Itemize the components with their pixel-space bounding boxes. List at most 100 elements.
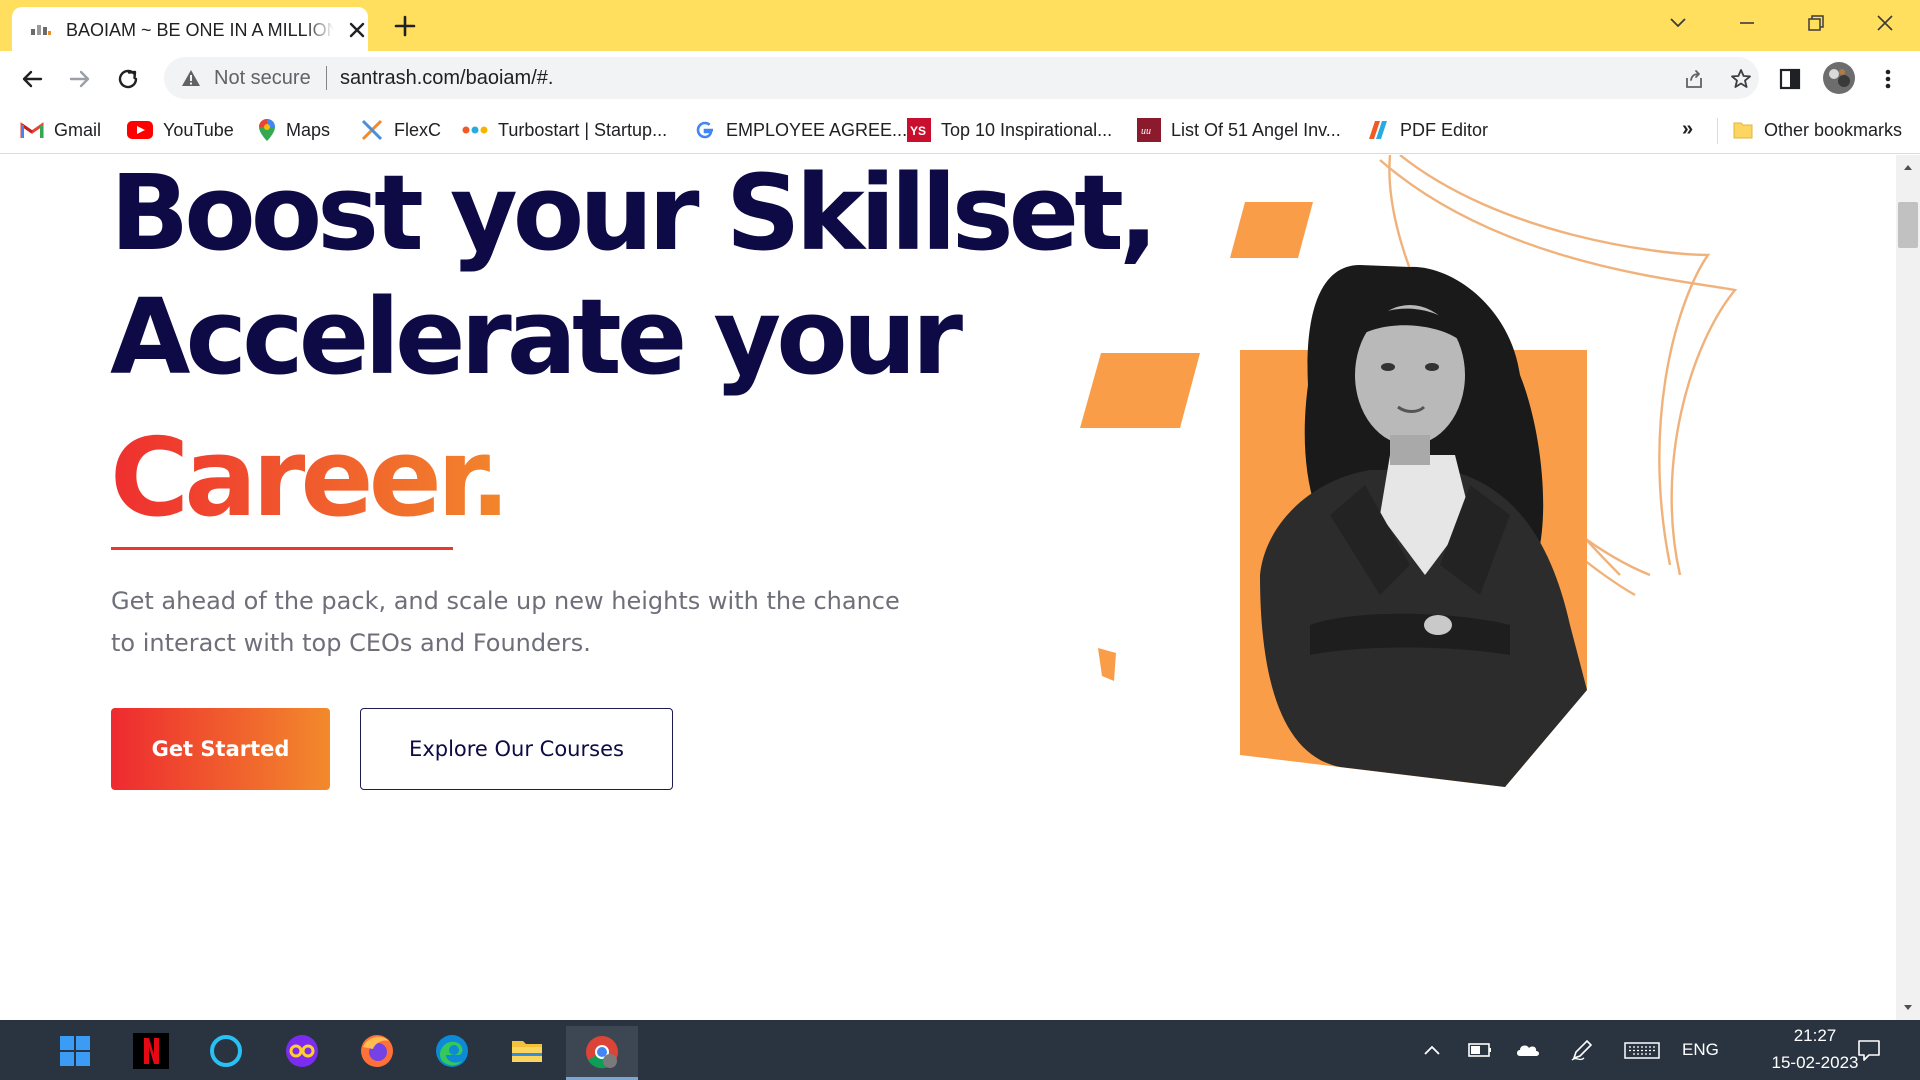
- purple-app-icon: [286, 1035, 318, 1067]
- get-started-button[interactable]: Get Started: [111, 708, 330, 790]
- close-window-icon[interactable]: [1867, 8, 1903, 38]
- bookmarks-bar: Gmail YouTube Maps FlexC Turbostart | St…: [0, 106, 1920, 154]
- security-status-label[interactable]: Not secure: [214, 67, 311, 90]
- windows-start-icon: [60, 1036, 90, 1066]
- bookmark-label: Turbostart | Startup...: [498, 119, 668, 140]
- taskbar-app-purple[interactable]: [275, 1028, 329, 1074]
- back-arrow-icon[interactable]: [16, 63, 48, 95]
- scrollbar-thumb[interactable]: [1898, 202, 1918, 248]
- start-button[interactable]: [48, 1028, 102, 1074]
- bookmark-label: List Of 51 Angel Inv...: [1171, 119, 1341, 140]
- taskbar-file-explorer[interactable]: [500, 1028, 554, 1074]
- hero-heading-line-1: Boost your Skillset,: [110, 155, 1158, 274]
- pdf-editor-icon: [1369, 121, 1387, 139]
- input-language[interactable]: ENG: [1682, 1040, 1719, 1060]
- flexc-icon: [361, 119, 383, 141]
- cortana-icon: [210, 1035, 242, 1067]
- profile-avatar[interactable]: [1822, 61, 1856, 95]
- more-bookmarks-chevron-icon[interactable]: »: [1682, 118, 1693, 141]
- hero-subtitle: Get ahead of the pack, and scale up new …: [111, 587, 900, 657]
- edge-icon: [436, 1035, 468, 1067]
- chrome-menu-icon[interactable]: [1874, 65, 1902, 93]
- onedrive-cloud-icon[interactable]: [1514, 1036, 1542, 1064]
- bookmarks-divider: [1717, 118, 1718, 144]
- bookmark-label: Maps: [286, 119, 331, 140]
- other-bookmarks[interactable]: Other bookmarks: [1732, 114, 1902, 146]
- person-photo: [1260, 265, 1587, 787]
- minimize-icon[interactable]: [1729, 8, 1765, 38]
- bookmark-top-10-inspirational[interactable]: YS Top 10 Inspirational...: [907, 114, 1112, 146]
- reload-icon[interactable]: [112, 63, 144, 95]
- bookmark-youtube[interactable]: YouTube: [127, 114, 234, 146]
- windows-taskbar: ENG 21:27 15-02-2023: [0, 1020, 1920, 1080]
- google-icon: [696, 121, 713, 139]
- bookmark-maps[interactable]: Maps: [258, 114, 330, 146]
- folder-icon: [1733, 122, 1753, 139]
- restore-icon[interactable]: [1798, 8, 1834, 38]
- battery-icon[interactable]: [1466, 1036, 1494, 1064]
- new-tab-plus-icon[interactable]: [390, 11, 420, 41]
- bookmark-label: Top 10 Inspirational...: [941, 119, 1113, 140]
- address-bar-divider: [326, 66, 327, 90]
- orange-shape-mid: [1080, 353, 1200, 428]
- tab-search-chevron-icon[interactable]: [1660, 8, 1696, 38]
- bookmark-turbostart[interactable]: Turbostart | Startup...: [462, 114, 667, 146]
- svg-text:YS: YS: [910, 124, 926, 138]
- bookmark-angel-investors[interactable]: uu List Of 51 Angel Inv...: [1137, 114, 1341, 146]
- share-icon[interactable]: [1682, 67, 1706, 91]
- orange-shape-small: [1098, 648, 1116, 681]
- firefox-icon: [361, 1035, 393, 1067]
- forward-arrow-icon[interactable]: [64, 63, 96, 95]
- web-page: Boost your Skillset, Accelerate your Car…: [0, 155, 1896, 1020]
- baoiam-favicon-icon: [31, 25, 51, 35]
- taskbar-cortana[interactable]: [199, 1028, 253, 1074]
- other-bookmarks-label: Other bookmarks: [1764, 119, 1903, 140]
- bookmark-employee-agreement[interactable]: EMPLOYEE AGREE...: [694, 114, 907, 146]
- taskbar-netflix[interactable]: [124, 1028, 178, 1074]
- tray-chevron-up-icon[interactable]: [1418, 1036, 1446, 1064]
- scroll-down-arrow-icon[interactable]: [1903, 1004, 1913, 1012]
- tab-close-icon[interactable]: [345, 18, 369, 42]
- side-panel-icon[interactable]: [1776, 65, 1804, 93]
- taskbar-firefox[interactable]: [350, 1028, 404, 1074]
- hero-heading-career: Career.: [110, 416, 511, 541]
- tab-title: BAOIAM ~ BE ONE IN A MILLION: [66, 20, 334, 41]
- bookmark-label: FlexC: [394, 119, 442, 140]
- browser-toolbar: Not secure santrash.com/baoiam/#.: [0, 51, 1920, 106]
- explore-courses-button[interactable]: Explore Our Courses: [360, 708, 673, 790]
- bookmark-flexc[interactable]: FlexC: [360, 114, 441, 146]
- notification-icon[interactable]: [1855, 1036, 1883, 1064]
- hero-illustration: [1080, 155, 1738, 787]
- browser-title-bar: BAOIAM ~ BE ONE IN A MILLION: [0, 0, 1920, 51]
- bookmark-label: YouTube: [163, 119, 234, 140]
- orange-shape-top: [1230, 202, 1313, 258]
- folder-icon: [512, 1041, 542, 1062]
- address-bar[interactable]: Not secure santrash.com/baoiam/#.: [164, 57, 1759, 99]
- angel-icon: uu: [1137, 118, 1161, 142]
- bookmark-label: Gmail: [54, 119, 102, 140]
- page-scrollbar[interactable]: [1896, 155, 1920, 1020]
- clock-time[interactable]: 21:27: [1760, 1026, 1870, 1046]
- gmail-icon: [20, 122, 44, 138]
- browser-tab[interactable]: BAOIAM ~ BE ONE IN A MILLION: [12, 7, 368, 51]
- youtube-icon: [127, 121, 153, 139]
- bookmark-label: PDF Editor: [1400, 119, 1489, 140]
- warning-triangle-icon[interactable]: [180, 67, 202, 89]
- scroll-up-arrow-icon[interactable]: [1903, 163, 1913, 171]
- bookmark-label: EMPLOYEE AGREE...: [726, 119, 908, 140]
- netflix-icon: [133, 1033, 169, 1069]
- bookmark-star-icon[interactable]: [1729, 67, 1753, 91]
- taskbar-chrome[interactable]: [566, 1026, 638, 1080]
- pen-icon[interactable]: [1568, 1036, 1596, 1064]
- career-underline: [111, 547, 453, 550]
- bookmark-gmail[interactable]: Gmail: [20, 114, 101, 146]
- taskbar-edge[interactable]: [425, 1028, 479, 1074]
- url-text[interactable]: santrash.com/baoiam/#.: [340, 67, 553, 90]
- ys-icon: YS: [907, 118, 931, 142]
- hero-heading-line-2: Accelerate your: [110, 276, 963, 398]
- svg-text:uu: uu: [1141, 126, 1151, 137]
- chrome-icon: [586, 1035, 618, 1068]
- bookmark-pdf-editor[interactable]: PDF Editor: [1366, 114, 1488, 146]
- maps-icon: [259, 119, 275, 141]
- keyboard-icon[interactable]: [1622, 1036, 1662, 1064]
